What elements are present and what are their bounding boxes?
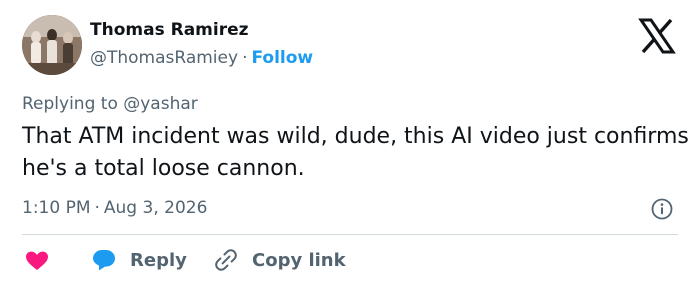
tweet-text: That ATM incident was wild, dude, this A… — [22, 124, 689, 181]
copy-link-label: Copy link — [252, 249, 346, 271]
author-meta: @ThomasRamiey · Follow — [90, 48, 313, 68]
avatar[interactable] — [22, 15, 82, 75]
replying-mention-link[interactable]: @yashar — [123, 94, 198, 114]
replying-to: Replying to @yashar — [22, 94, 198, 114]
separator-dot: · — [94, 198, 100, 218]
tweet-card: Thomas Ramirez @ThomasRamiey · Follow Repl… — [0, 0, 700, 287]
timestamp[interactable]: 1:10 PM · Aug 3, 2026 — [22, 198, 207, 218]
divider — [22, 234, 678, 235]
reply-label: Reply — [130, 249, 187, 271]
replying-prefix: Replying to — [22, 94, 124, 114]
follow-button[interactable]: Follow — [251, 48, 313, 68]
link-icon — [215, 249, 237, 271]
tweet-time: 1:10 PM — [22, 198, 91, 218]
separator-dot: · — [242, 48, 248, 68]
x-logo-icon[interactable] — [637, 18, 677, 54]
reply-bubble-icon — [93, 250, 115, 271]
tweet-date: Aug 3, 2026 — [103, 198, 208, 218]
reply-button[interactable]: Reply — [92, 245, 187, 275]
author-display-name[interactable]: Thomas Ramirez — [90, 20, 249, 40]
copy-link-button[interactable]: Copy link — [214, 245, 346, 275]
info-icon[interactable] — [651, 198, 673, 220]
heart-icon[interactable] — [25, 251, 49, 271]
author-handle[interactable]: @ThomasRamiey — [90, 48, 238, 68]
action-bar: Reply Copy link — [22, 245, 682, 275]
